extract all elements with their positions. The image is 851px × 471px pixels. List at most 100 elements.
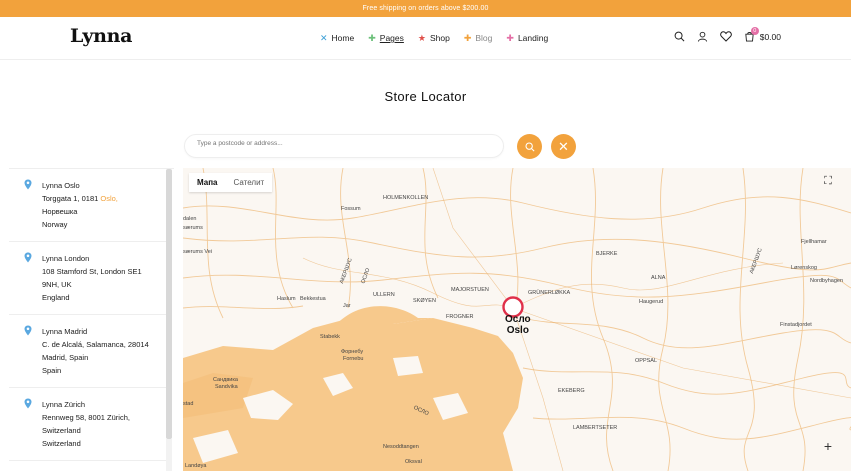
store-city: Madrid, Spain	[42, 353, 89, 362]
map-label: OPPSAL	[635, 358, 658, 364]
map-label: GRÜNERLØKKA	[528, 290, 571, 296]
map-label: BJERKE	[596, 251, 618, 257]
nav-item-home[interactable]: ✕ Home	[320, 33, 354, 43]
map-label: Bekkestua	[300, 296, 326, 302]
user-icon[interactable]	[697, 31, 708, 42]
store-city: Switzerland	[42, 426, 81, 435]
address-search-input[interactable]	[197, 140, 487, 147]
cart-button[interactable]: 0 $0.00	[744, 27, 781, 42]
map-label: LAMBERTSETER	[573, 425, 618, 431]
store-item[interactable]: Lynna Zürich Rennweg 58, 8001 Zürich, Sw…	[9, 388, 166, 461]
map-label: særums Vei	[183, 249, 213, 255]
cart-count-badge: 0	[750, 27, 759, 35]
scrollbar-thumb[interactable]	[166, 169, 172, 439]
search-icon[interactable]	[674, 31, 685, 42]
tab-map[interactable]: Мапа	[189, 173, 226, 192]
map-label: HOLMENKOLLEN	[383, 195, 429, 201]
map-label: Nesoddtangen	[383, 444, 419, 450]
store-country: England	[42, 293, 70, 302]
store-item[interactable]: Lynna London 108 Stamford St, London SE1…	[9, 242, 166, 315]
close-icon: ✕	[558, 138, 569, 154]
nav-label: Shop	[429, 33, 450, 43]
nav-item-pages[interactable]: ✚ Pages	[368, 33, 404, 43]
map-label: Fossum	[341, 206, 361, 212]
store-item[interactable]: Lynna Oslo Torggata 1, 0181 Oslo, Норвеш…	[9, 169, 166, 242]
store-name: Lynna London	[42, 254, 90, 263]
logo[interactable]: Lynna	[70, 25, 132, 47]
location-pin-icon	[24, 179, 32, 190]
store-city: Норвешка	[42, 207, 78, 216]
clear-button[interactable]: ✕	[551, 134, 576, 159]
store-country: Switzerland	[42, 439, 81, 448]
map-label: MAJORSTUEN	[451, 287, 489, 293]
map-label: Fjellhamar	[801, 239, 827, 245]
location-pin-icon	[24, 398, 32, 409]
store-name: Lynna Oslo	[42, 181, 80, 190]
map-label: Форнебу	[341, 349, 364, 355]
map-label: Finstadjordet	[780, 322, 812, 328]
store-name: Lynna Madrid	[42, 327, 88, 336]
map-label: ALNA	[651, 275, 666, 281]
map-label: Sandvika	[215, 384, 238, 390]
map-label: dalen	[183, 216, 197, 222]
header-actions: 0 $0.00	[674, 27, 781, 42]
store-item[interactable]: Lynna Madrid C. de Alcalá, Salamanca, 28…	[9, 315, 166, 388]
location-pin-icon	[24, 325, 32, 336]
main-nav: ✕ Home ✚ Pages ★ Shop ✚ Blog ✚ Landing	[320, 33, 548, 43]
plus-icon: ✚	[463, 32, 472, 43]
store-country: Norway	[42, 220, 68, 229]
nav-label: Blog	[475, 33, 493, 43]
search-button[interactable]	[517, 134, 542, 159]
map-label: Stabekk	[320, 334, 340, 340]
promo-bar: Free shipping on orders above $200.00	[0, 0, 851, 17]
map-label: FROGNER	[446, 314, 474, 320]
nav-label: Landing	[517, 33, 549, 43]
store-address: Rennweg 58, 8001 Zürich,	[42, 413, 130, 422]
star-icon: ★	[417, 32, 426, 43]
store-address: 108 Stamford St, London SE1	[42, 267, 142, 276]
nav-label: Home	[331, 33, 355, 43]
scrollbar-track[interactable]	[166, 439, 172, 471]
map-label: Jar	[343, 303, 351, 309]
map-label: EKEBERG	[558, 388, 585, 394]
plus-icon: ✚	[506, 32, 514, 43]
plus-icon: ✚	[368, 32, 376, 43]
map-label: Haugerud	[639, 299, 664, 305]
address-search-box	[184, 134, 504, 158]
heart-icon[interactable]	[719, 31, 732, 42]
location-pin-icon	[24, 252, 32, 263]
nav-label: Pages	[379, 33, 404, 43]
store-city: 9NH, UK	[42, 280, 72, 289]
site-header: Lynna ✕ Home ✚ Pages ★ Shop ✚ Blog ✚ Lan…	[0, 17, 851, 60]
fullscreen-icon[interactable]: ⛶	[821, 174, 835, 188]
map-label: Сандвика	[213, 377, 238, 383]
store-list: Lynna Oslo Torggata 1, 0181 Oslo, Норвеш…	[9, 168, 174, 471]
store-map[interactable]: Мапа Сателит ⛶ + Fossum HOLMENKOLLEN dal…	[183, 168, 851, 471]
page-title: Store Locator	[384, 89, 467, 104]
map-label: ULLERN	[373, 292, 395, 298]
zoom-in-button[interactable]: +	[821, 438, 835, 454]
map-label: Fornebu	[343, 356, 364, 362]
nav-item-landing[interactable]: ✚ Landing	[506, 33, 548, 43]
map-type-tabs: Мапа Сателит	[189, 173, 273, 192]
store-address: C. de Alcalá, Salamanca, 28014	[42, 340, 149, 349]
map-label: Oksval	[405, 459, 422, 465]
x-mark-icon: ✕	[320, 32, 328, 43]
map-label: Nordbyhagen	[810, 278, 844, 284]
promo-text: Free shipping on orders above $200.00	[362, 5, 489, 12]
store-name: Lynna Zürich	[42, 400, 86, 409]
map-label: SKØYEN	[413, 298, 436, 304]
nav-item-blog[interactable]: ✚ Blog	[464, 33, 493, 43]
tab-satellite[interactable]: Сателит	[226, 173, 273, 192]
map-label: stad	[183, 401, 194, 407]
map-label: Haslum	[277, 296, 296, 302]
map-label: særums	[183, 225, 203, 231]
store-country: Spain	[42, 366, 62, 375]
map-label: Lørenskog	[791, 265, 817, 271]
search-icon	[524, 141, 535, 152]
city-label: Осло Oslo	[505, 314, 531, 336]
cart-total: $0.00	[759, 31, 781, 42]
nav-item-shop[interactable]: ★ Shop	[418, 33, 450, 43]
map-label: Landøya	[185, 463, 207, 469]
store-address: Torggata 1, 0181 Oslo,	[42, 194, 118, 203]
